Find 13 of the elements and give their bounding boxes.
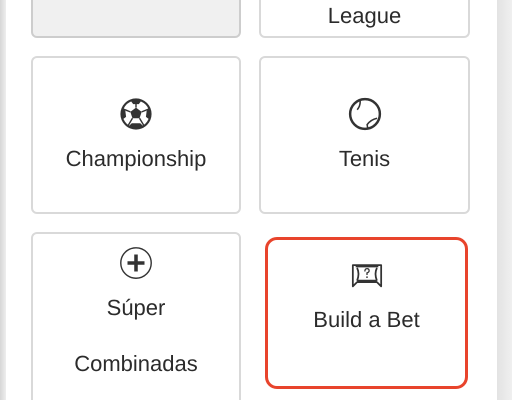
sport-tile[interactable]: Build a Bet [265,237,468,389]
tile-label: Súper Combinadas [73,294,199,378]
tile-label: Tenis [338,144,392,173]
tile-label: Championship [64,144,208,173]
tennis-ball-icon [348,96,382,131]
tile-label: League [326,2,402,30]
tile-label: Build a Bet [312,306,421,334]
soccer-ball-icon [119,96,153,131]
sport-tile[interactable]: Championship [31,56,241,214]
sport-tile[interactable]: Tenis [259,56,470,214]
plus-circle-icon [119,246,153,280]
sport-tile[interactable]: Súper Combinadas [31,232,241,400]
sport-tile[interactable]: League [259,0,470,38]
